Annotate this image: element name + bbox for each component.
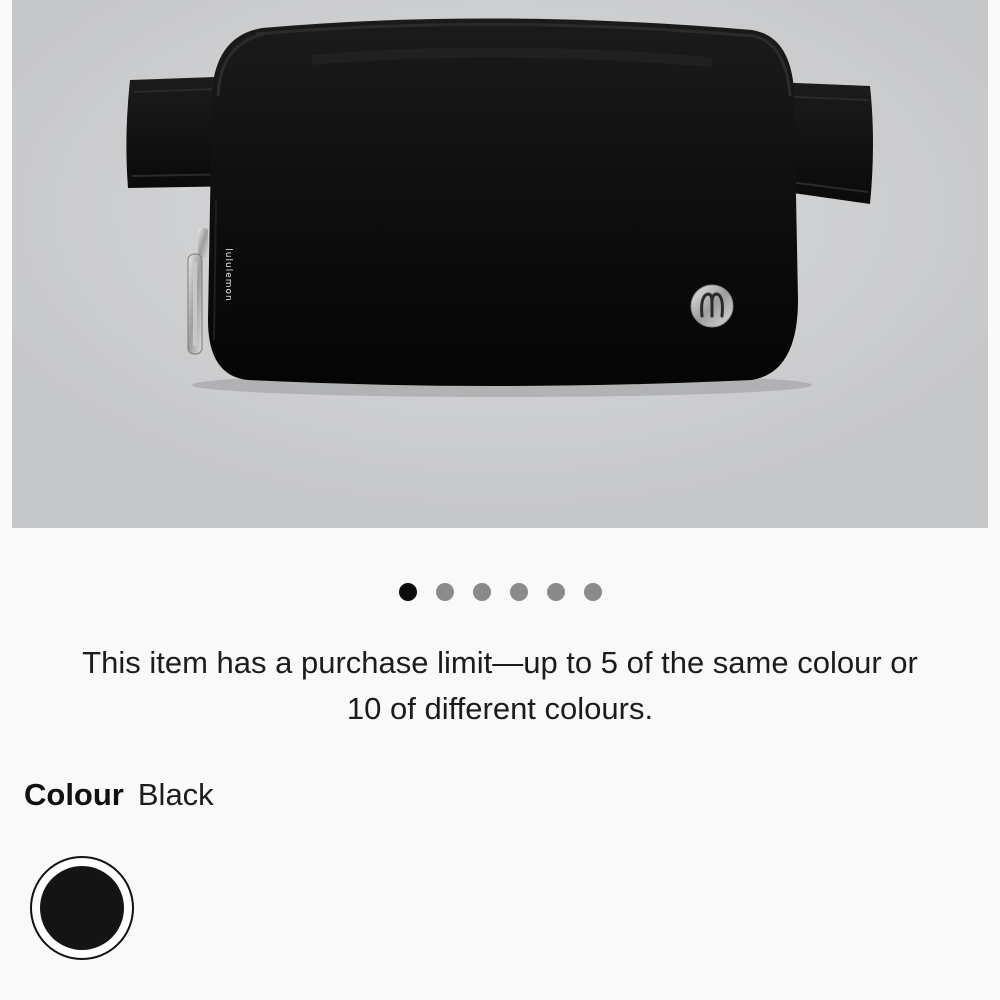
colour-swatch-black[interactable] xyxy=(30,856,134,960)
purchase-limit-notice: This item has a purchase limit—up to 5 o… xyxy=(20,640,980,732)
carousel-dot-4[interactable] xyxy=(509,583,528,601)
purchase-limit-line-1: This item has a purchase limit—up to 5 o… xyxy=(82,645,918,680)
swatch-fill xyxy=(40,866,124,950)
product-image[interactable]: lululemon xyxy=(12,0,988,528)
purchase-limit-line-2: 10 of different colours. xyxy=(346,691,654,726)
carousel-pagination xyxy=(0,583,1000,601)
carousel-dot-2[interactable] xyxy=(435,583,454,601)
colour-selector-header: Colour Black xyxy=(24,774,214,816)
selected-colour-name: Black xyxy=(137,777,214,812)
carousel-dot-5[interactable] xyxy=(546,583,565,601)
product-page: lululemon This item has a purchase limit… xyxy=(0,0,1000,1000)
svg-text:lululemon: lululemon xyxy=(223,248,233,301)
carousel-dot-3[interactable] xyxy=(472,583,491,601)
carousel-dot-6[interactable] xyxy=(583,583,602,601)
belt-bag-illustration: lululemon xyxy=(12,0,988,528)
colour-label: Colour xyxy=(24,777,124,812)
carousel-dot-1[interactable] xyxy=(398,583,417,601)
